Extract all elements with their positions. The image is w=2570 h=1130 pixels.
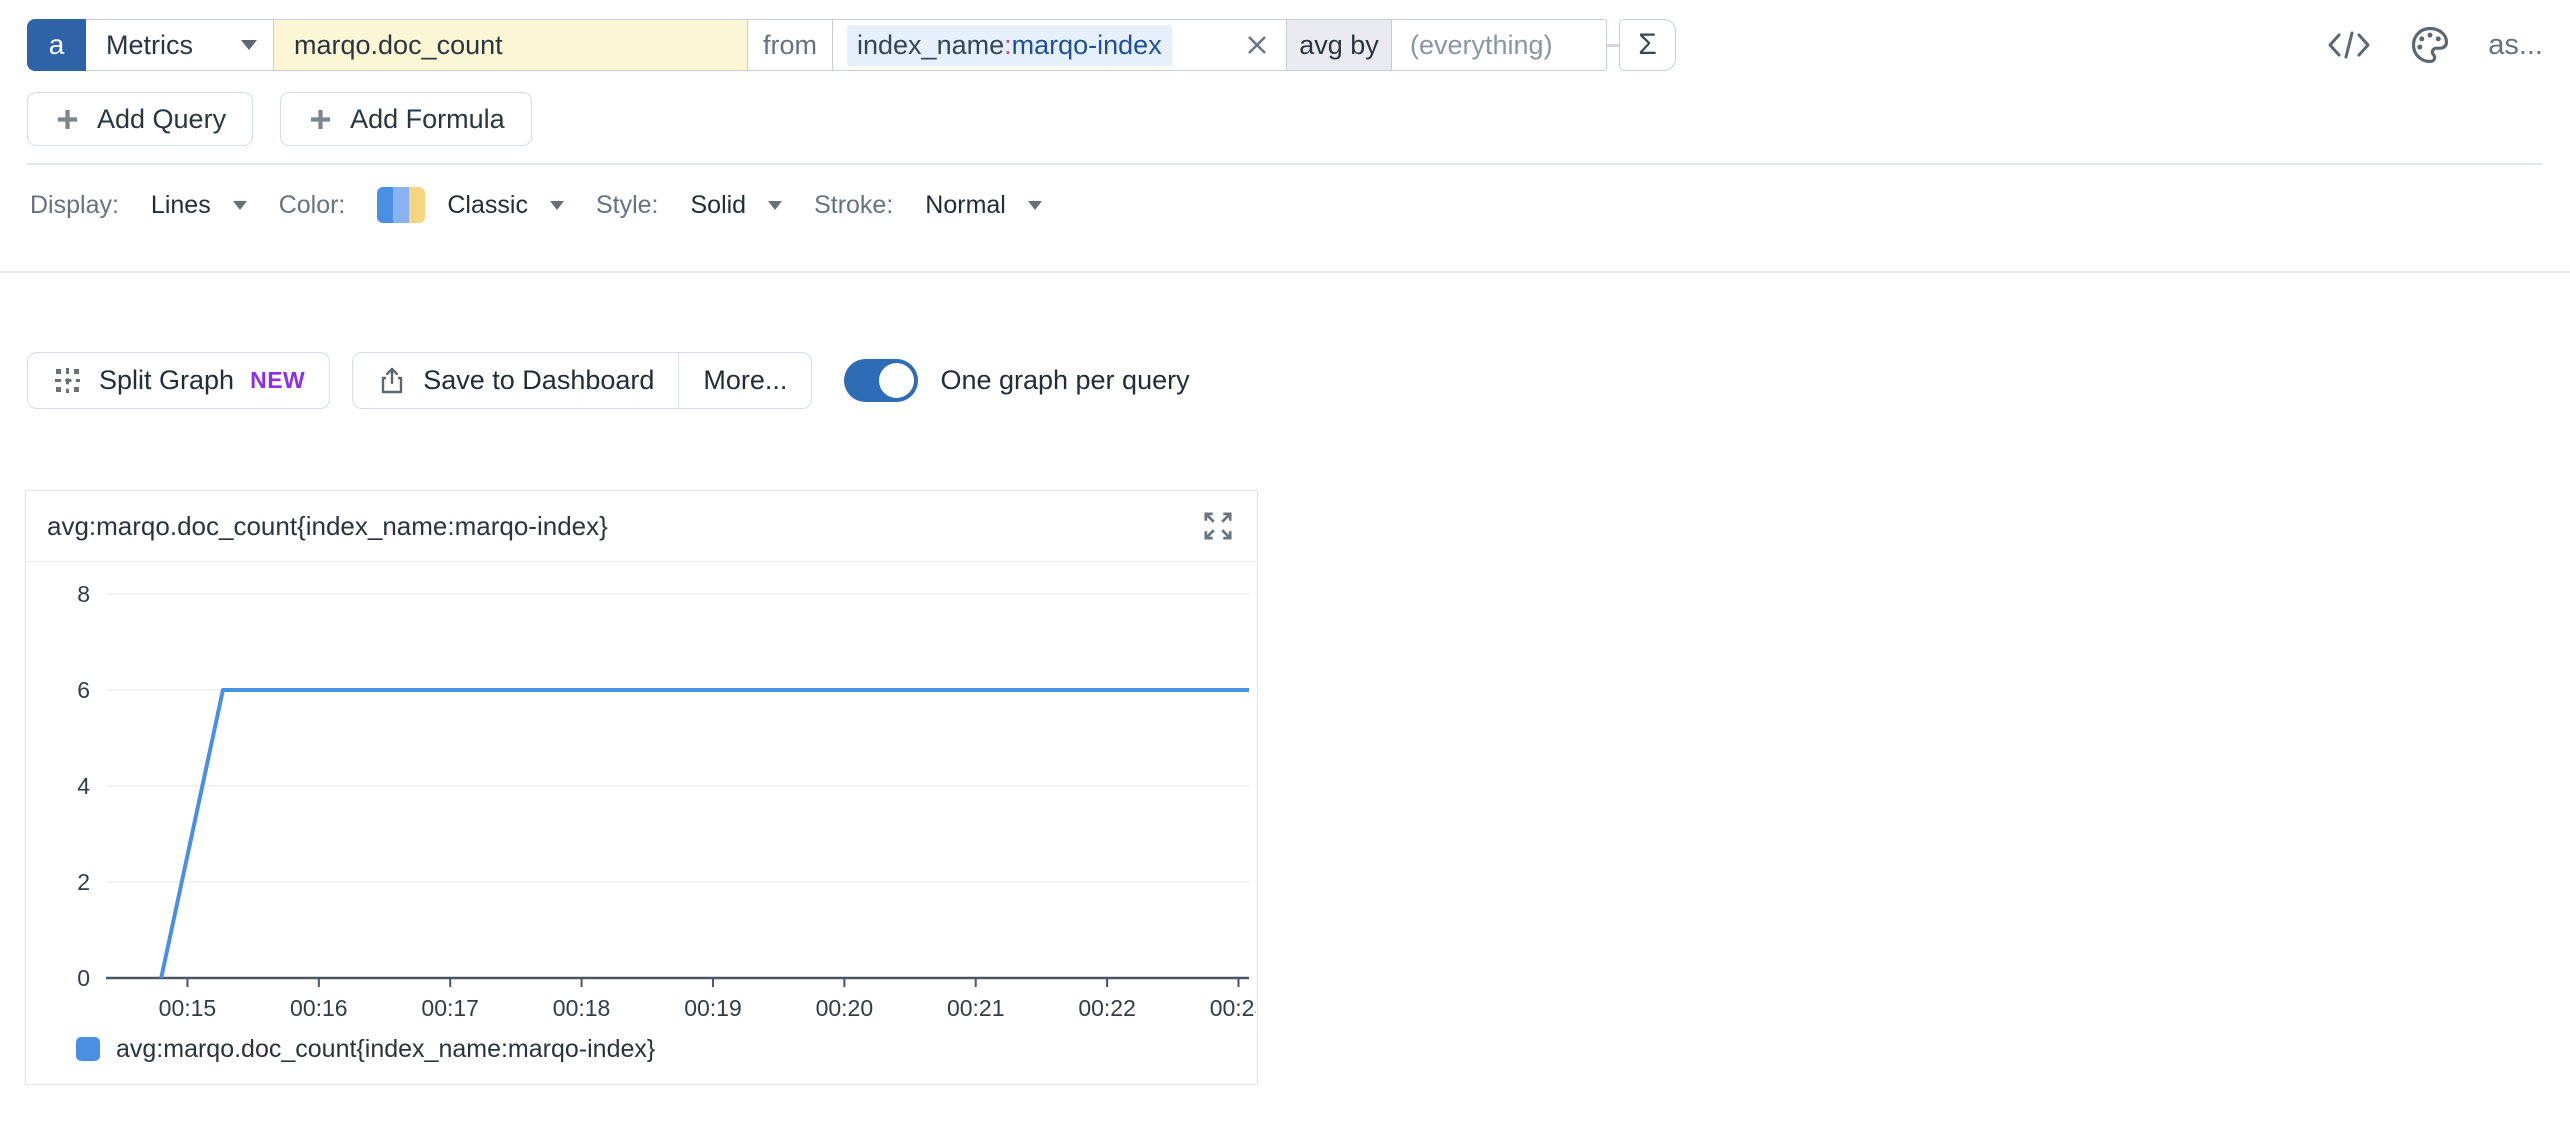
line-style-dropdown[interactable]: Solid [690,191,782,220]
plus-icon [54,106,81,133]
svg-text:2: 2 [77,869,90,895]
graph-panel-header: avg:marqo.doc_count{index_name:marqo-ind… [26,491,1257,562]
svg-text:00:19: 00:19 [684,995,742,1018]
one-graph-per-query-toggle[interactable] [844,359,918,402]
more-button[interactable]: More... [678,353,811,408]
one-graph-per-query-label: One graph per query [940,365,1189,396]
svg-text:00:20: 00:20 [816,995,874,1018]
data-source-dropdown[interactable]: Metrics [86,19,274,71]
filter-token: index_name:marqo-index [847,25,1172,66]
graph-title: avg:marqo.doc_count{index_name:marqo-ind… [47,511,1200,542]
svg-text:00:16: 00:16 [290,995,348,1018]
data-source-label: Metrics [106,30,193,61]
chevron-down-icon [768,201,782,210]
separator [27,163,2543,165]
connector-line [1607,44,1619,47]
chevron-down-icon [1028,201,1042,210]
add-formula-button[interactable]: Add Formula [280,92,532,146]
export-icon [377,366,407,396]
graph-toolbar: Split Graph NEW Save to Dashboard More..… [27,352,1190,409]
clear-filter-icon[interactable] [1242,30,1272,60]
add-query-button[interactable]: Add Query [27,92,253,146]
svg-text:0: 0 [77,965,90,991]
as-function-button[interactable]: as... [2488,29,2543,62]
palette-icon[interactable] [2408,23,2452,67]
svg-text:00:15: 00:15 [159,995,217,1018]
svg-text:00:21: 00:21 [947,995,1005,1018]
group-by-input[interactable]: (everything) [1392,19,1607,71]
stroke-dropdown[interactable]: Normal [925,191,1042,220]
query-actions: as... [2326,19,2543,71]
color-palette-dropdown[interactable]: Classic [377,187,564,223]
timeseries-chart: 0 2 4 6 8 00:15 00:16 00:17 00:18 00:19 00:20 00:21… [26,563,1256,1018]
split-graph-button[interactable]: Split Graph NEW [27,352,330,409]
toggle-knob [879,363,914,398]
add-formula-label: Add Formula [350,104,505,135]
legend-label: avg:marqo.doc_count{index_name:marqo-ind… [116,1035,655,1064]
metric-value: marqo.doc_count [294,30,503,61]
graph-panel: avg:marqo.doc_count{index_name:marqo-ind… [25,490,1258,1085]
svg-text:4: 4 [77,773,90,799]
split-graph-label: Split Graph [99,365,234,396]
stroke-label: Stroke: [814,191,893,220]
legend-swatch [76,1037,100,1061]
chevron-down-icon [241,40,257,50]
display-options-row: Display: Lines Color: Classic Style: Sol… [30,183,1042,227]
svg-text:6: 6 [77,677,90,703]
new-badge: NEW [250,367,305,394]
separator [0,271,2570,273]
svg-text:00:17: 00:17 [421,995,479,1018]
chevron-down-icon [550,201,564,210]
save-button-group: Save to Dashboard More... [352,352,812,409]
query-row: a Metrics marqo.doc_count from index_nam… [27,19,1676,71]
add-buttons-row: Add Query Add Formula [27,92,532,146]
aggregator-dropdown[interactable]: avg by [1287,19,1392,71]
plus-icon [307,106,334,133]
split-grid-icon [52,365,83,396]
expand-icon[interactable] [1200,508,1236,544]
add-query-label: Add Query [97,104,226,135]
save-to-dashboard-label: Save to Dashboard [423,365,654,396]
color-label: Color: [279,191,346,220]
sigma-rollup-button[interactable]: Σ [1619,19,1676,71]
legend-item[interactable]: avg:marqo.doc_count{index_name:marqo-ind… [76,1029,655,1069]
display-label: Display: [30,191,119,220]
display-type-dropdown[interactable]: Lines [151,191,247,220]
svg-text:00:22: 00:22 [1078,995,1136,1018]
palette-swatch [377,187,425,223]
chevron-down-icon [233,201,247,210]
metric-input[interactable]: marqo.doc_count [274,19,748,71]
svg-text:00:23: 00:23 [1210,995,1256,1018]
metrics-explorer-page: a Metrics marqo.doc_count from index_nam… [0,0,2570,1130]
query-letter-badge[interactable]: a [27,19,86,71]
scope-filter-input[interactable]: index_name:marqo-index [833,19,1287,71]
svg-text:00:18: 00:18 [553,995,611,1018]
svg-text:8: 8 [77,581,90,607]
style-label: Style: [596,191,659,220]
code-view-icon[interactable] [2326,27,2372,63]
from-label: from [748,19,833,71]
save-to-dashboard-button[interactable]: Save to Dashboard [353,353,678,408]
